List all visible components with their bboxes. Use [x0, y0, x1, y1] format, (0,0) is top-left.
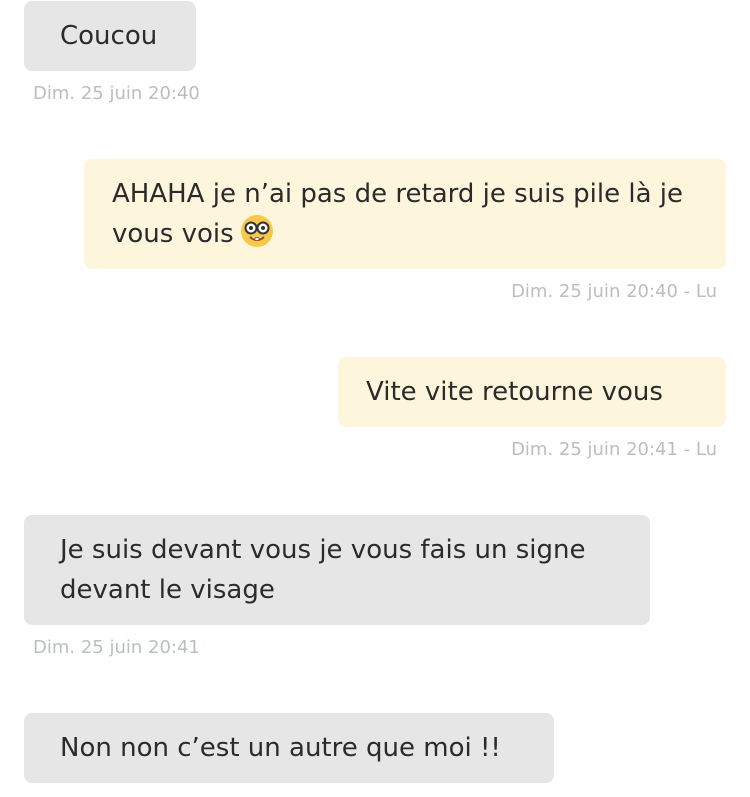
message-bubble-sent[interactable]: Vite vite retourne vous	[338, 357, 726, 427]
message-text: Coucou	[60, 21, 158, 51]
message-timestamp: Dim. 25 juin 20:41 - Lu	[511, 439, 717, 460]
message-timestamp: Dim. 25 juin 20:41	[33, 637, 200, 658]
message-bubble-received[interactable]: Je suis devant vous je vous fais un sign…	[24, 515, 650, 625]
message-text: AHAHA je n’ai pas de retard je suis pile…	[112, 179, 684, 249]
message-timestamp: Dim. 25 juin 20:40 - Lu	[511, 281, 717, 302]
message-text: Non non c’est un autre que moi !!	[60, 733, 501, 763]
message-bubble-received[interactable]: Non non c’est un autre que moi !!	[24, 713, 554, 783]
message-bubble-received[interactable]: Coucou	[24, 1, 196, 71]
nerd-face-icon	[240, 214, 274, 248]
message-bubble-sent[interactable]: AHAHA je n’ai pas de retard je suis pile…	[84, 159, 726, 269]
message-text: Je suis devant vous je vous fais un sign…	[60, 535, 586, 605]
message-text: Vite vite retourne vous	[366, 377, 663, 407]
message-timestamp: Dim. 25 juin 20:40	[33, 83, 200, 104]
